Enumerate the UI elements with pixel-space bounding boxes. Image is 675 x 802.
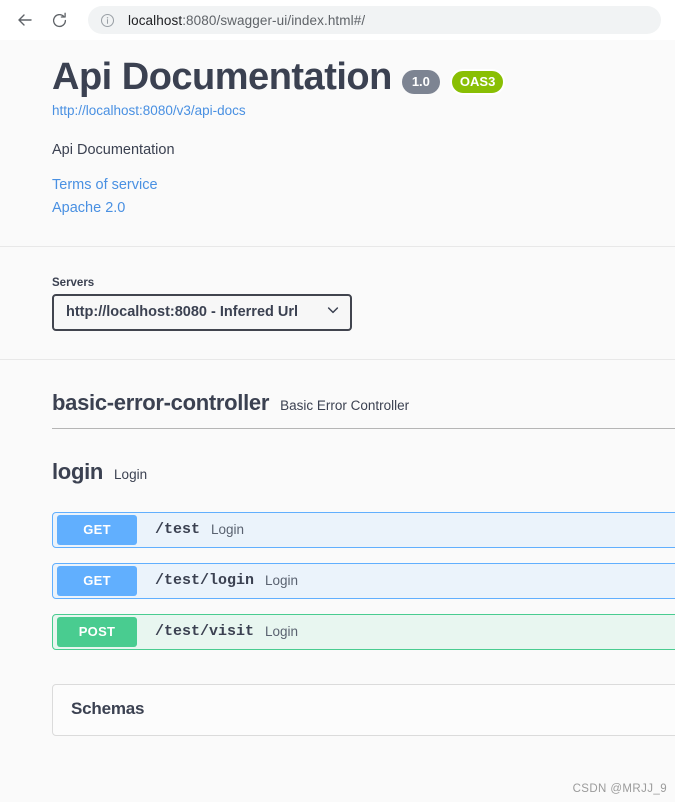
- operation-row[interactable]: GET /test Login: [52, 511, 675, 548]
- api-docs-link[interactable]: http://localhost:8080/v3/api-docs: [52, 103, 623, 118]
- license-link[interactable]: Apache 2.0: [52, 200, 623, 216]
- method-badge: GET: [57, 514, 137, 545]
- operation-row[interactable]: POST /test/visit Login: [52, 613, 675, 650]
- chevron-down-icon: [326, 303, 340, 322]
- operation-path: /test/login: [155, 572, 255, 590]
- tag-name: basic-error-controller: [52, 389, 270, 415]
- version-badge: 1.0: [401, 69, 440, 94]
- schemas-section: Schemas: [0, 665, 675, 736]
- servers-block: Servers http://localhost:8080 - Inferred…: [0, 246, 675, 359]
- back-button[interactable]: [10, 5, 40, 35]
- tag-name: login: [52, 458, 104, 484]
- swagger-ui-page: Api Documentation 1.0 OAS3 http://localh…: [0, 40, 675, 802]
- operation-summary: Login: [265, 573, 299, 589]
- info-circle-icon[interactable]: [100, 13, 115, 28]
- operation-path: /test: [155, 521, 201, 539]
- api-info-block: Api Documentation 1.0 OAS3 http://localh…: [0, 40, 675, 246]
- tag-description: Login: [114, 466, 148, 482]
- url-text: localhost:8080/swagger-ui/index.html#/: [128, 13, 365, 28]
- watermark: CSDN @MRJJ_9: [572, 783, 667, 795]
- tag-header[interactable]: login Login: [52, 459, 623, 497]
- reload-button[interactable]: [44, 5, 74, 35]
- tag-header[interactable]: basic-error-controller Basic Error Contr…: [52, 390, 623, 428]
- server-select[interactable]: http://localhost:8080 - Inferred Url: [52, 293, 352, 331]
- tag-section-login: login Login GET /test Login GET /test/lo…: [52, 429, 675, 650]
- method-badge: POST: [57, 616, 137, 647]
- terms-of-service-link[interactable]: Terms of service: [52, 177, 623, 193]
- tag-description: Basic Error Controller: [280, 397, 410, 413]
- url-host: localhost: [128, 12, 183, 28]
- schemas-title: Schemas: [71, 698, 145, 718]
- browser-toolbar: localhost:8080/swagger-ui/index.html#/: [0, 0, 675, 40]
- operations-area: basic-error-controller Basic Error Contr…: [0, 359, 675, 650]
- server-select-value: http://localhost:8080 - Inferred Url: [66, 304, 299, 321]
- address-bar[interactable]: localhost:8080/swagger-ui/index.html#/: [88, 6, 661, 34]
- back-arrow-icon: [15, 10, 35, 30]
- method-badge: GET: [57, 565, 137, 596]
- operation-row[interactable]: GET /test/login Login: [52, 562, 675, 599]
- api-title-row: Api Documentation 1.0 OAS3: [52, 56, 623, 98]
- operation-summary: Login: [211, 522, 245, 538]
- oas-version-badge: OAS3: [449, 68, 506, 95]
- operation-list: GET /test Login GET /test/login Login PO…: [52, 511, 675, 650]
- url-path: :8080/swagger-ui/index.html#/: [182, 12, 366, 28]
- page-title: Api Documentation: [52, 56, 392, 98]
- operation-path: /test/visit: [155, 623, 255, 641]
- reload-icon: [50, 11, 69, 30]
- servers-label: Servers: [52, 276, 95, 289]
- operation-summary: Login: [265, 624, 299, 640]
- schemas-panel[interactable]: Schemas: [52, 683, 675, 736]
- tag-section-basic-error-controller: basic-error-controller Basic Error Contr…: [52, 360, 675, 429]
- api-description: Api Documentation: [52, 141, 175, 158]
